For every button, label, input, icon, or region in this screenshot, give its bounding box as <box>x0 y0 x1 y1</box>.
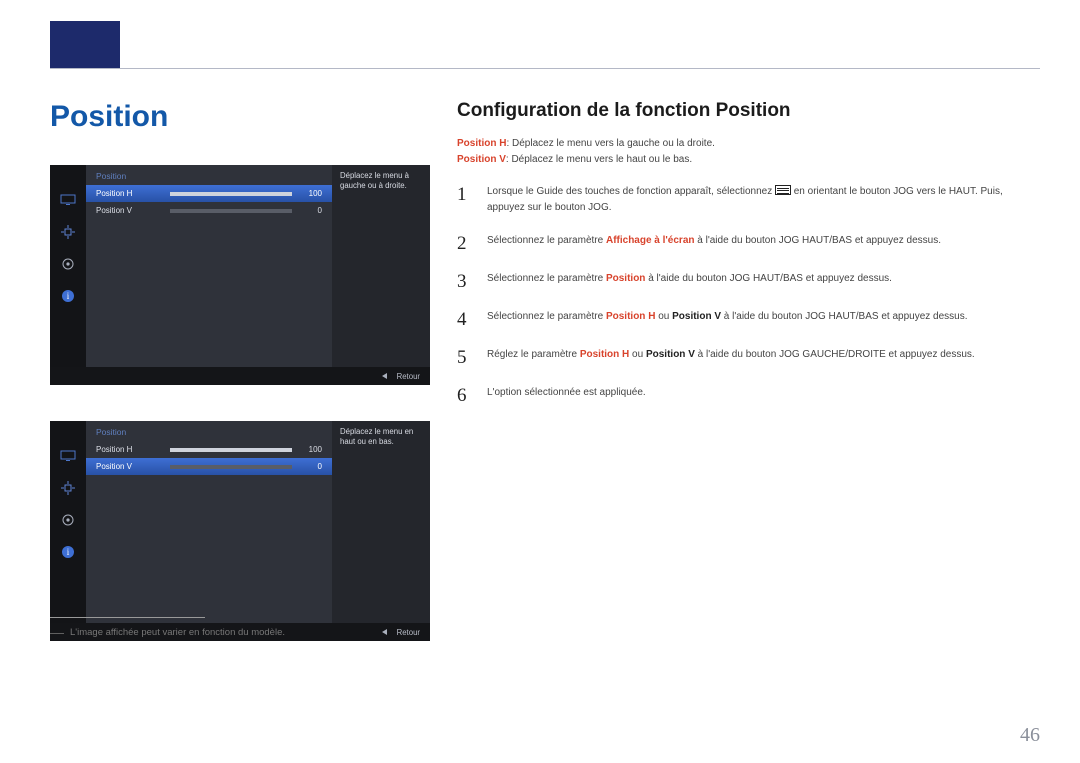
osd-value: 0 <box>300 462 322 471</box>
osd-title: Position <box>86 165 332 185</box>
step-text: L'option sélectionnée est appliquée. <box>487 385 646 401</box>
osd-row-position-v[interactable]: Position V 0 <box>86 202 332 219</box>
step-text: à l'aide du bouton JOG GAUCHE/DROITE et … <box>695 349 975 360</box>
monitor-icon <box>59 449 77 463</box>
section-title: Position <box>50 100 168 134</box>
osd-description: Déplacez le menu en haut ou en bas. <box>332 421 430 623</box>
def-text: : Déplacez le menu vers le haut ou le ba… <box>506 154 692 165</box>
osd-value: 100 <box>300 445 322 454</box>
step-text: ou <box>655 311 672 322</box>
step-3: Sélectionnez le paramètre Position à l'a… <box>457 271 1035 291</box>
osd-row-position-v[interactable]: Position V 0 <box>86 458 332 475</box>
bold: Position V <box>672 311 721 322</box>
osd-slider[interactable] <box>170 209 292 213</box>
info-icon: i <box>59 289 77 303</box>
footnote-rule <box>50 617 205 618</box>
osd-value: 100 <box>300 189 322 198</box>
back-arrow-icon[interactable] <box>382 629 387 635</box>
osd-screenshot-position-h: i Position Position H 100 Position V 0 D… <box>50 165 430 385</box>
position-icon <box>59 225 77 239</box>
step-5: Réglez le paramètre Position H ou Positi… <box>457 347 1035 367</box>
footnote-text: L'image affichée peut varier en fonction… <box>70 627 285 638</box>
osd-row-label: Position V <box>96 462 170 471</box>
osd-row-position-h[interactable]: Position H 100 <box>86 441 332 458</box>
step-text: à l'aide du bouton JOG HAUT/BAS et appuy… <box>721 311 968 322</box>
def-text: : Déplacez le menu vers la gauche ou la … <box>506 138 714 149</box>
osd-description: Déplacez le menu à gauche ou à droite. <box>332 165 430 367</box>
step-text: Réglez le paramètre <box>487 349 580 360</box>
step-text: Lorsque le Guide des touches de fonction… <box>487 186 775 197</box>
osd-sidebar: i <box>50 165 86 367</box>
page-number: 46 <box>1020 724 1040 747</box>
osd-slider[interactable] <box>170 192 292 196</box>
def-key: Position V <box>457 154 506 165</box>
step-text: Sélectionnez le paramètre <box>487 273 606 284</box>
chapter-accent <box>50 21 120 69</box>
osd-slider[interactable] <box>170 448 292 452</box>
osd-value: 0 <box>300 206 322 215</box>
highlight: Position H <box>580 349 629 360</box>
steps-list: Lorsque le Guide des touches de fonction… <box>457 184 1035 405</box>
back-arrow-icon[interactable] <box>382 373 387 379</box>
highlight: Position <box>606 273 645 284</box>
osd-row-label: Position H <box>96 189 170 198</box>
osd-title: Position <box>86 421 332 441</box>
osd-screenshot-position-v: i Position Position H 100 Position V 0 D… <box>50 421 430 641</box>
osd-return-label[interactable]: Retour <box>397 628 420 637</box>
position-icon <box>59 481 77 495</box>
definitions: Position H: Déplacez le menu vers la gau… <box>457 136 1035 168</box>
dash-icon: ― <box>50 627 64 638</box>
osd-row-position-h[interactable]: Position H 100 <box>86 185 332 202</box>
osd-footer: Retour <box>50 367 430 385</box>
monitor-icon <box>59 193 77 207</box>
bold: Position V <box>646 349 695 360</box>
gear-icon <box>59 257 77 271</box>
highlight: Affichage à l'écran <box>606 235 695 246</box>
gear-icon <box>59 513 77 527</box>
footnote: ― L'image affichée peut varier en foncti… <box>50 627 285 638</box>
osd-row-label: Position V <box>96 206 170 215</box>
osd-row-label: Position H <box>96 445 170 454</box>
step-text: à l'aide du bouton JOG HAUT/BAS et appuy… <box>645 273 892 284</box>
main-content: Configuration de la fonction Position Po… <box>457 100 1035 423</box>
highlight: Position H <box>606 311 655 322</box>
osd-sidebar: i <box>50 421 86 623</box>
menu-icon <box>775 185 791 195</box>
osd-return-label[interactable]: Retour <box>397 372 420 381</box>
step-6: L'option sélectionnée est appliquée. <box>457 385 1035 405</box>
step-text: à l'aide du bouton JOG HAUT/BAS et appuy… <box>695 235 942 246</box>
step-1: Lorsque le Guide des touches de fonction… <box>457 184 1035 215</box>
def-key: Position H <box>457 138 506 149</box>
info-icon: i <box>59 545 77 559</box>
step-text: Sélectionnez le paramètre <box>487 235 606 246</box>
osd-body: Position Position H 100 Position V 0 <box>86 165 332 367</box>
step-4: Sélectionnez le paramètre Position H ou … <box>457 309 1035 329</box>
step-text: ou <box>629 349 646 360</box>
osd-body: Position Position H 100 Position V 0 <box>86 421 332 623</box>
osd-slider[interactable] <box>170 465 292 469</box>
step-2: Sélectionnez le paramètre Affichage à l'… <box>457 233 1035 253</box>
content-heading: Configuration de la fonction Position <box>457 100 1035 122</box>
step-text: Sélectionnez le paramètre <box>487 311 606 322</box>
header-rule <box>50 68 1040 69</box>
